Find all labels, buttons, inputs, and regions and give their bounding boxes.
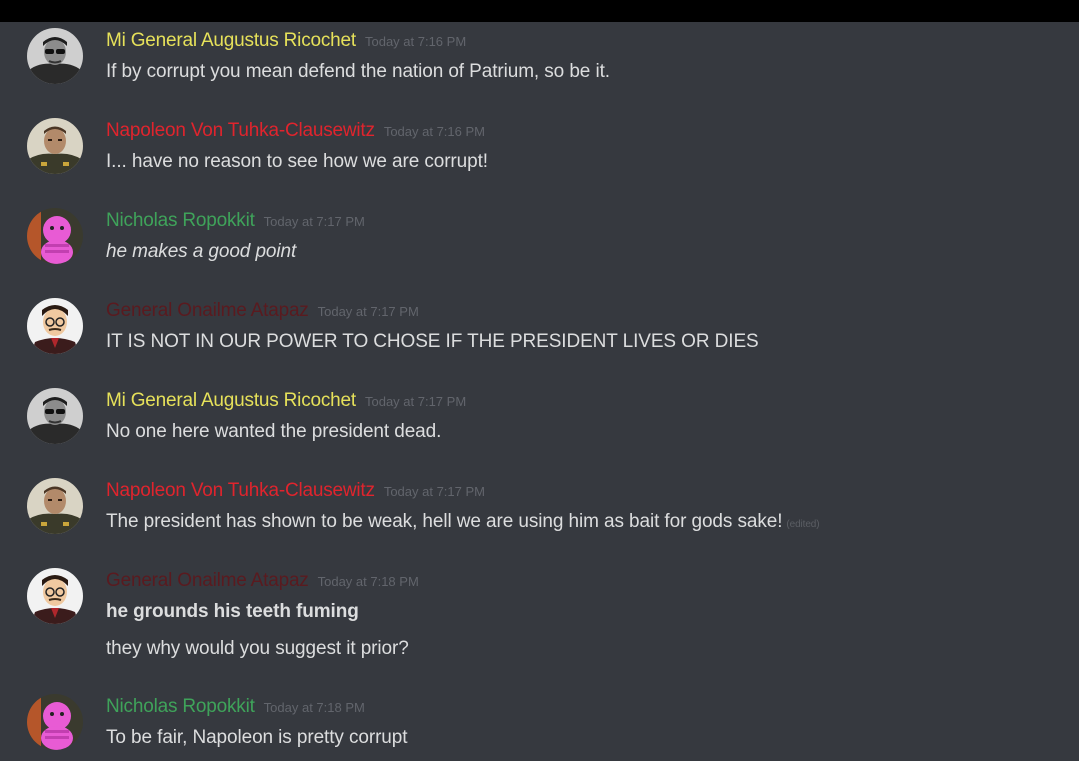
avatar[interactable] (27, 568, 83, 624)
author-name[interactable]: Napoleon Von Tuhka-Clausewitz (106, 480, 375, 501)
military-officer-icon (27, 478, 83, 534)
message-text: No one here wanted the president dead. (106, 421, 442, 442)
chat-message-list[interactable]: Mi General Augustus Ricochet Today at 7:1… (0, 22, 1079, 761)
message-text: To be fair, Napoleon is pretty corrupt (106, 727, 408, 748)
bw-man-sunglasses-icon (27, 388, 83, 444)
avatar[interactable] (27, 388, 83, 444)
timestamp: Today at 7:17 PM (317, 304, 419, 319)
author-name[interactable]: Nicholas Ropokkit (106, 696, 255, 717)
message-text: If by corrupt you mean defend the nation… (106, 61, 610, 82)
bw-man-sunglasses-icon (27, 28, 83, 84)
message-text: he makes a good point (106, 241, 297, 262)
pink-creature-icon (27, 694, 83, 750)
author-name[interactable]: Mi General Augustus Ricochet (106, 30, 356, 51)
avatar[interactable] (27, 694, 83, 750)
pink-creature-icon (27, 208, 83, 264)
author-name[interactable]: General Onailme Atapaz (106, 300, 309, 321)
message-text: The president has shown to be weak, hell… (106, 511, 820, 533)
window-top-bar (0, 0, 1079, 22)
message-text: I... have no reason to see how we are co… (106, 151, 488, 172)
timestamp: Today at 7:17 PM (383, 484, 485, 499)
avatar[interactable] (27, 478, 83, 534)
cartoon-man-glasses-icon (27, 298, 83, 354)
message-text: IT IS NOT IN OUR POWER TO CHOSE IF THE P… (106, 331, 759, 352)
timestamp: Today at 7:17 PM (263, 214, 365, 229)
author-name[interactable]: General Onailme Atapaz (106, 570, 309, 591)
author-name[interactable]: Mi General Augustus Ricochet (106, 390, 356, 411)
message-text-content: The president has shown to be weak, hell… (106, 511, 783, 532)
message-text: he grounds his teeth fuming (106, 601, 359, 622)
author-name[interactable]: Napoleon Von Tuhka-Clausewitz (106, 120, 375, 141)
edited-label: (edited) (786, 519, 820, 530)
timestamp: Today at 7:17 PM (364, 394, 467, 409)
avatar[interactable] (27, 28, 83, 84)
avatar[interactable] (27, 118, 83, 174)
military-officer-icon (27, 118, 83, 174)
avatar[interactable] (27, 208, 83, 264)
timestamp: Today at 7:16 PM (383, 124, 485, 139)
timestamp: Today at 7:18 PM (317, 574, 419, 589)
avatar[interactable] (27, 298, 83, 354)
message-text: they why would you suggest it prior? (106, 638, 409, 659)
author-name[interactable]: Nicholas Ropokkit (106, 210, 255, 231)
cartoon-man-glasses-icon (27, 568, 83, 624)
timestamp: Today at 7:16 PM (364, 34, 467, 49)
timestamp: Today at 7:18 PM (263, 700, 365, 715)
